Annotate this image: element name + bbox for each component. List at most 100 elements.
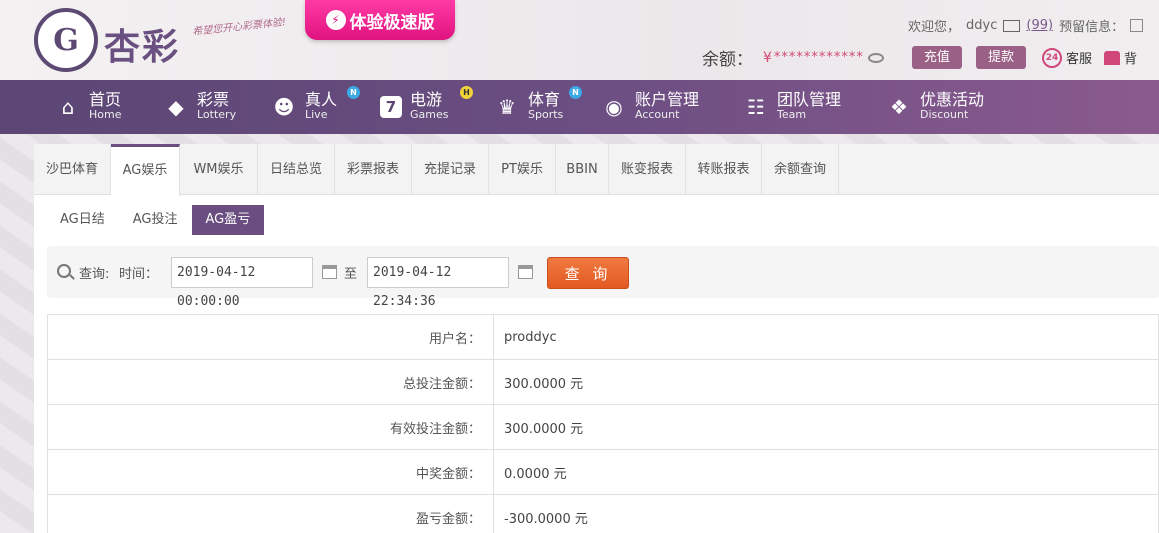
speed-version-label: 体验极速版 (349, 12, 435, 33)
subtab-ag-daily[interactable]: AG日结 (46, 205, 119, 235)
search-icon (57, 264, 71, 278)
report-panel: 沙巴体育 AG娱乐 WM娱乐 日结总览 彩票报表 充提记录 PT娱乐 BBIN … (34, 144, 1159, 533)
table-row: 盈亏金额： -300.0000 元 (47, 494, 1159, 533)
logo-mark[interactable]: G (34, 8, 98, 72)
currency-symbol: ¥ (763, 49, 772, 66)
main-nav: ⌂ 首页 Home ◆ 彩票 Lottery ☻ 真人 Live N 7 电游 Game… (0, 80, 1159, 134)
row-label-win-amount: 中奖金额： (47, 449, 494, 495)
top-header: G 杏彩 希望您开心彩票体验! ⚡ 体验极速版 欢迎您， ddyc (99) 预… (0, 0, 1159, 80)
nav-label-en: Discount (920, 108, 969, 121)
nav-item-account[interactable]: ◉ 账户管理 Account (601, 80, 699, 134)
tab-deposit-withdraw[interactable]: 充提记录 (412, 144, 489, 195)
theme-link[interactable]: 背 (1124, 48, 1137, 67)
nav-label-cn: 首页 (89, 90, 122, 109)
user-info-bar: 欢迎您， ddyc (99) 预留信息： (908, 16, 1144, 35)
nav-label-cn: 体育 (528, 90, 561, 109)
row-label-valid-bet: 有效投注金额： (47, 404, 494, 450)
nav-label-en: Sports (528, 108, 564, 121)
nav-label-en: Live (305, 108, 328, 121)
balance-masked: ************ (773, 50, 864, 65)
nav-item-games[interactable]: 7 电游 Games H (380, 80, 473, 134)
start-time-input[interactable]: 2019-04-12 00:00:00 (171, 257, 313, 309)
row-label-profit-loss: 盈亏金额： (47, 494, 494, 533)
customer-service-icon[interactable]: 24 (1041, 47, 1062, 68)
balance-label: 余额： (702, 50, 753, 70)
nav-label-cn: 团队管理 (777, 90, 842, 109)
tab-transfer-report[interactable]: 转账报表 (686, 144, 762, 195)
calendar-icon[interactable] (518, 265, 533, 279)
reserve-info-label: 预留信息： (1059, 20, 1125, 35)
eye-icon[interactable] (867, 52, 884, 63)
withdraw-button[interactable]: 提款 (975, 46, 1026, 69)
subtab-ag-bets[interactable]: AG投注 (119, 205, 192, 235)
tab-lottery-report[interactable]: 彩票报表 (335, 144, 412, 195)
subtab-ag-profit-loss[interactable]: AG盈亏 (191, 205, 265, 235)
live-dealer-icon: ☻ (273, 95, 295, 119)
query-label: 查询: (79, 267, 110, 282)
theme-shirt-icon[interactable] (1103, 50, 1120, 65)
nav-item-team[interactable]: ☷ 团队管理 Team (743, 80, 841, 134)
row-value-username: proddyc (493, 314, 1159, 360)
tab-daily-overview[interactable]: 日结总览 (258, 144, 335, 195)
nav-label-cn: 彩票 (197, 90, 230, 109)
tab-ag-entertainment[interactable]: AG娱乐 (111, 144, 180, 196)
table-row: 中奖金额： 0.0000 元 (47, 449, 1159, 495)
nav-item-discount[interactable]: ❖ 优惠活动 Discount (886, 80, 984, 134)
table-row: 有效投注金额： 300.0000 元 (47, 404, 1159, 450)
sub-tabs: AG日结 AG投注 AG盈亏 (46, 205, 265, 235)
team-icon: ☷ (747, 95, 765, 119)
balance-row: 余额： ¥ ************ 充值 提款 24 客服 背 (702, 45, 1137, 70)
ticket-icon: ◆ (168, 95, 184, 119)
trophy-icon: ♛ (498, 95, 516, 119)
tab-saba-sports[interactable]: 沙巴体育 (34, 144, 111, 195)
mail-icon[interactable] (1003, 19, 1021, 32)
speed-version-button[interactable]: ⚡ 体验极速版 (305, 0, 455, 40)
recharge-button[interactable]: 充值 (911, 46, 962, 69)
tab-pt-entertainment[interactable]: PT娱乐 (489, 144, 556, 195)
tab-balance-query[interactable]: 余额查询 (762, 144, 839, 195)
logo-text[interactable]: 杏彩 (104, 18, 180, 70)
row-value-profit-loss: -300.0000 元 (493, 494, 1159, 533)
row-value-total-bet: 300.0000 元 (493, 359, 1159, 405)
nav-label-en: Home (89, 108, 122, 121)
row-value-win-amount: 0.0000 元 (493, 449, 1159, 495)
row-label-total-bet: 总投注金额： (47, 359, 494, 405)
nav-item-live[interactable]: ☻ 真人 Live N (271, 80, 360, 134)
account-icon: ◉ (605, 95, 623, 119)
calendar-icon[interactable] (322, 265, 337, 279)
speed-icon: ⚡ (325, 10, 346, 30)
row-label-username: 用户名： (47, 314, 494, 360)
logo-mark-text: G (53, 22, 79, 58)
nav-item-home[interactable]: ⌂ 首页 Home (55, 80, 122, 134)
edit-icon[interactable] (1130, 19, 1144, 32)
home-icon: ⌂ (61, 95, 75, 119)
new-badge: N (347, 86, 360, 99)
nav-label-cn: 真人 (305, 90, 338, 109)
query-button[interactable]: 查 询 (547, 257, 629, 289)
welcome-text: 欢迎您， (908, 20, 961, 35)
customer-service-link[interactable]: 客服 (1066, 48, 1092, 67)
table-row: 总投注金额： 300.0000 元 (47, 359, 1159, 405)
tab-account-change[interactable]: 账变报表 (609, 144, 686, 195)
slogan: 希望您开心彩票体验! (191, 17, 287, 38)
nav-label-en: Lottery (197, 108, 237, 121)
nav-item-lottery[interactable]: ◆ 彩票 Lottery (163, 80, 236, 134)
hot-badge: H (460, 86, 473, 99)
nav-label-en: Account (635, 108, 680, 121)
mail-count-link[interactable]: (99) (1026, 18, 1053, 33)
gift-icon: ❖ (890, 95, 908, 119)
end-time-input[interactable]: 2019-04-12 22:34:36 (367, 257, 509, 309)
nav-label-cn: 账户管理 (635, 90, 700, 109)
tab-wm-entertainment[interactable]: WM娱乐 (180, 144, 258, 195)
row-value-valid-bet: 300.0000 元 (493, 404, 1159, 450)
report-tabs: 沙巴体育 AG娱乐 WM娱乐 日结总览 彩票报表 充提记录 PT娱乐 BBIN … (34, 144, 1159, 196)
time-label: 时间： (119, 267, 159, 282)
nav-item-sports[interactable]: ♛ 体育 Sports N (494, 80, 582, 134)
username: ddyc (966, 18, 998, 33)
slot-seven-icon: 7 (380, 96, 402, 118)
nav-label-en: Games (410, 108, 449, 121)
table-row: 用户名： proddyc (47, 314, 1159, 360)
nav-label-cn: 优惠活动 (920, 90, 985, 109)
tab-bbin[interactable]: BBIN (556, 144, 609, 195)
nav-label-cn: 电游 (410, 90, 443, 109)
